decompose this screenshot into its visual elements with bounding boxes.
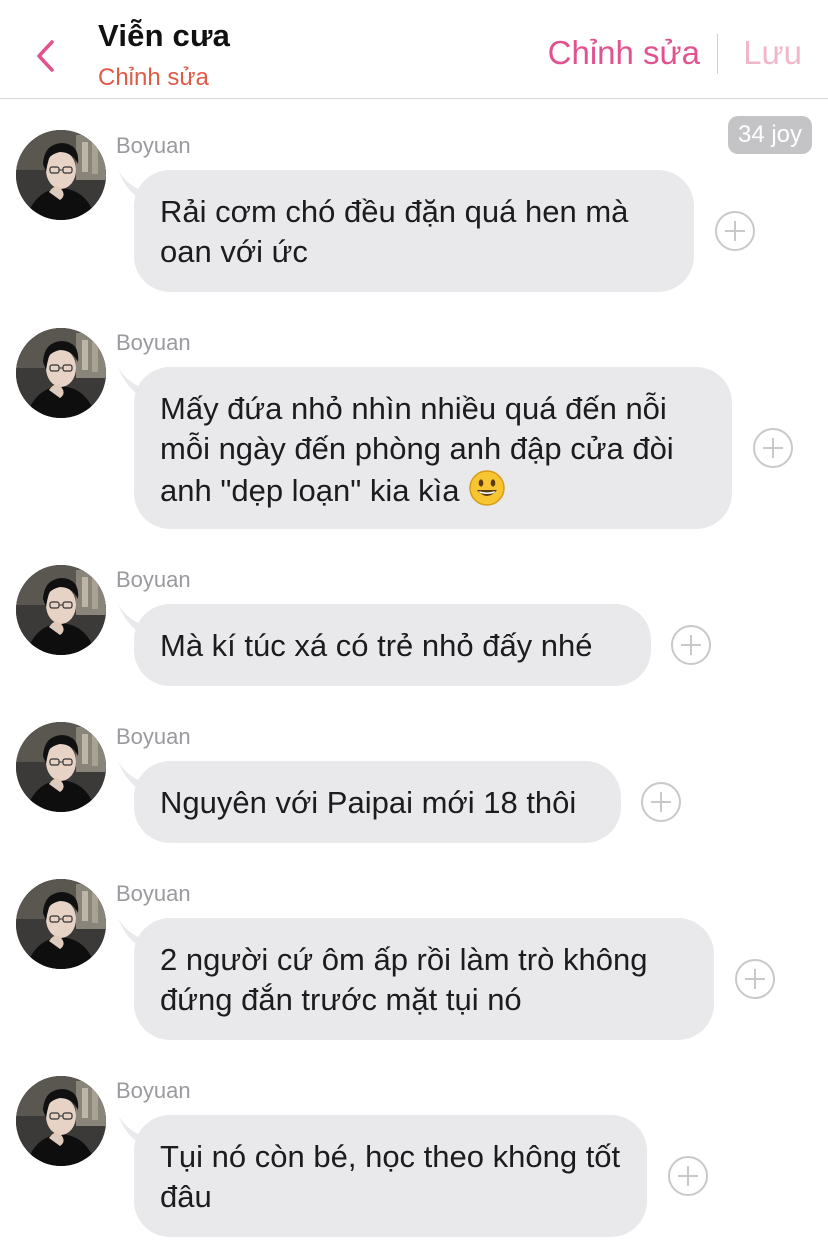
sender-name: Boyuan — [116, 330, 191, 355]
message-text: 2 người cứ ôm ấp rồi làm trò không đứng … — [160, 942, 648, 1017]
sender-name: Boyuan — [116, 724, 191, 749]
message-bubble[interactable]: Mấy đứa nhỏ nhìn nhiều quá đến nỗi mỗi n… — [134, 367, 732, 529]
avatar[interactable] — [16, 565, 106, 655]
sender-name: Boyuan — [116, 133, 191, 158]
add-reaction-button[interactable] — [641, 782, 681, 822]
message-text: Rải cơm chó đều đặn quá hen mà oan với ứ… — [160, 194, 629, 269]
avatar[interactable] — [16, 1076, 106, 1166]
add-reaction-button[interactable] — [668, 1156, 708, 1196]
avatar[interactable] — [16, 722, 106, 812]
navigation-bar: Viễn cưa Chỉnh sửa Chỉnh sửa Lưu — [0, 0, 828, 99]
conversation-subtitle: Chỉnh sửa — [98, 64, 209, 91]
reaction-count-badge: 34 joy — [728, 116, 812, 154]
save-button[interactable]: Lưu — [743, 34, 802, 72]
sender-name: Boyuan — [116, 1078, 191, 1103]
message-bubble[interactable]: Mà kí túc xá có trẻ nhỏ đấy nhé — [134, 604, 651, 686]
add-reaction-button[interactable] — [735, 959, 775, 999]
message-bubble[interactable]: Nguyên với Paipai mới 18 thôi — [134, 761, 621, 843]
header-divider — [717, 34, 718, 74]
add-reaction-button[interactable] — [671, 625, 711, 665]
back-button[interactable] — [28, 36, 62, 76]
smiling-face-icon — [469, 470, 505, 506]
message-text: Nguyên với Paipai mới 18 thôi — [160, 785, 577, 820]
message-bubble[interactable]: Tụi nó còn bé, học theo không tốt đâu — [134, 1115, 647, 1237]
conversation-title: Viễn cưa — [98, 18, 231, 53]
message-text: Mấy đứa nhỏ nhìn nhiều quá đến nỗi mỗi n… — [160, 391, 674, 508]
message-bubble[interactable]: Rải cơm chó đều đặn quá hen mà oan với ứ… — [134, 170, 694, 292]
avatar[interactable] — [16, 328, 106, 418]
avatar[interactable] — [16, 130, 106, 220]
edit-button[interactable]: Chỉnh sửa — [548, 34, 700, 72]
add-reaction-button[interactable] — [753, 428, 793, 468]
message-text: Tụi nó còn bé, học theo không tốt đâu — [160, 1139, 621, 1214]
message-text: Mà kí túc xá có trẻ nhỏ đấy nhé — [160, 628, 593, 663]
sender-name: Boyuan — [116, 567, 191, 592]
chevron-left-icon — [37, 40, 54, 72]
avatar[interactable] — [16, 879, 106, 969]
add-reaction-button[interactable] — [715, 211, 755, 251]
sender-name: Boyuan — [116, 881, 191, 906]
message-bubble[interactable]: 2 người cứ ôm ấp rồi làm trò không đứng … — [134, 918, 714, 1040]
